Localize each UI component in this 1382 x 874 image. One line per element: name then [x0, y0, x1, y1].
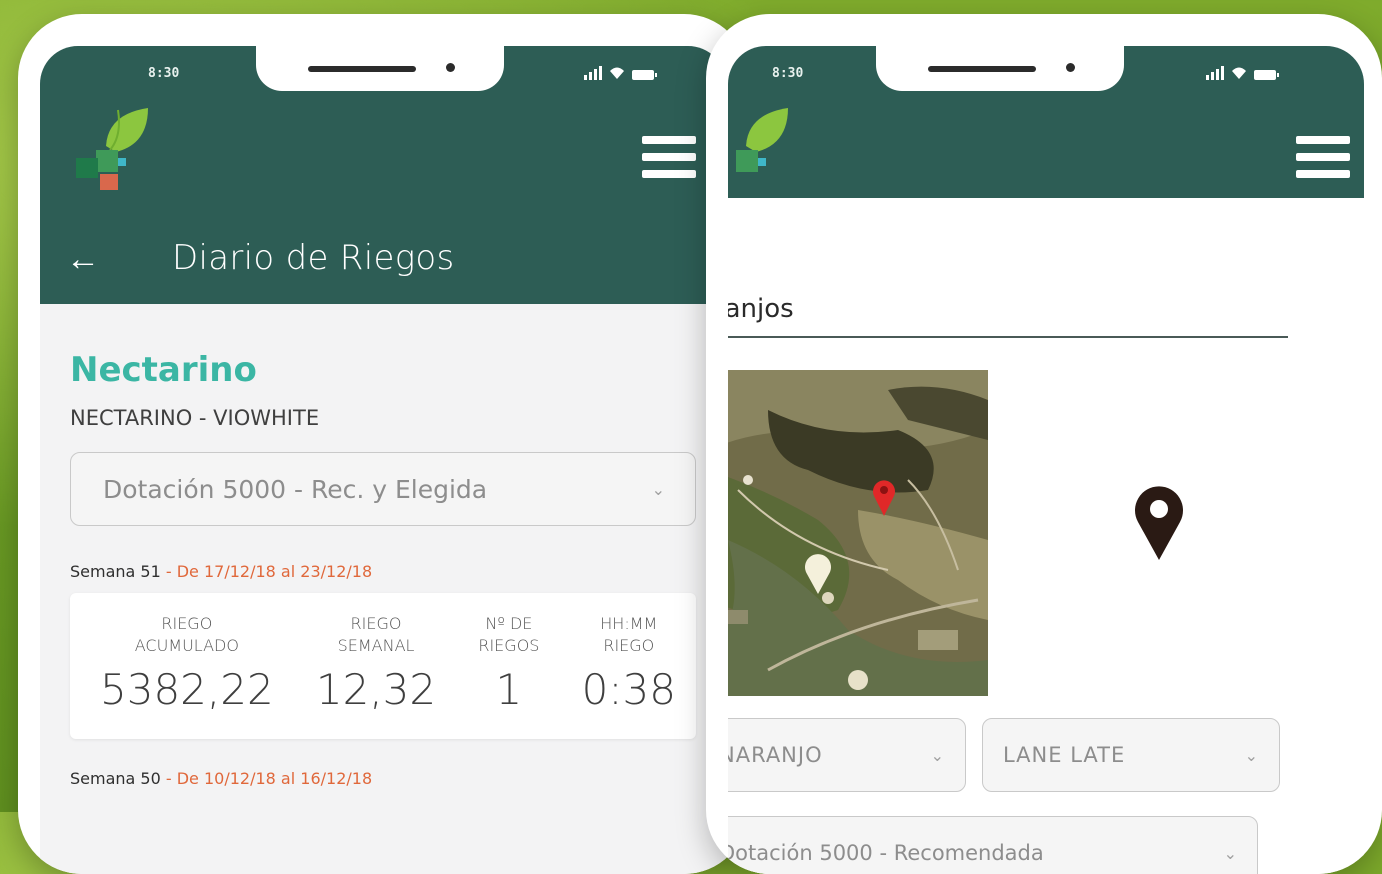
status-time: 8:30	[148, 66, 180, 81]
satellite-map-image	[728, 370, 988, 696]
week-header: Semana 51 - De 17/12/18 al 23/12/18	[70, 562, 696, 581]
stat-label: RIEGO SEMANAL	[337, 614, 415, 655]
app-logo-icon	[736, 108, 788, 172]
screen-right: 8:30 aranjos	[728, 46, 1364, 874]
screen-left: 8:30 ← Diario de Riegos Nectarino NECTAR…	[40, 46, 726, 874]
stat-num-riegos: Nº DE RIEGOS 1	[478, 593, 539, 739]
map-marker-white-icon	[805, 554, 831, 594]
stat-value: 12,32	[315, 665, 437, 714]
signal-icon	[1206, 66, 1224, 80]
stat-label: HH:MM RIEGO	[600, 614, 658, 655]
stat-value: 0:38	[581, 665, 676, 714]
stat-riego-acumulado: RIEGO ACUMULADO 5382,22	[100, 593, 274, 739]
dotacion-select[interactable]: Dotación 5000 - Rec. y Elegida ⌄	[70, 452, 696, 526]
crop-title: Nectarino	[70, 350, 257, 390]
app-bar: 8:30 ← Diario de Riegos	[40, 46, 726, 304]
week-label: Semana 51	[70, 562, 161, 581]
stat-label: RIEGO ACUMULADO	[134, 614, 239, 655]
stat-value: 1	[495, 665, 523, 714]
phone-left: 8:30 ← Diario de Riegos Nectarino NECTAR…	[18, 14, 748, 874]
chevron-down-icon: ⌄	[1223, 843, 1237, 863]
speaker-grille	[308, 66, 416, 72]
dotacion-select-value: Dotación 5000 - Rec. y Elegida	[103, 474, 488, 504]
phone-notch	[256, 46, 504, 91]
variety-select-value: LANE LATE	[1003, 743, 1126, 767]
hamburger-menu-icon[interactable]	[1296, 136, 1350, 178]
chevron-down-icon: ⌄	[930, 745, 945, 765]
week-label: Semana 50	[70, 769, 161, 788]
phone-notch	[876, 46, 1124, 91]
chevron-down-icon: ⌄	[651, 479, 665, 499]
status-icons	[1206, 66, 1279, 80]
crop-select[interactable]: NARANJO ⌄	[728, 718, 966, 792]
crop-selects-row: NARANJO ⌄ LANE LATE ⌄	[728, 718, 1280, 792]
variety-label: NECTARINO - VIOWHITE	[70, 406, 320, 430]
week-header: Semana 50 - De 10/12/18 al 16/12/18	[70, 769, 696, 788]
stat-value: 5382,22	[100, 665, 274, 714]
crop-select-value: NARANJO	[728, 743, 823, 767]
stat-hhmm-riego: HH:MM RIEGO 0:38	[582, 593, 676, 739]
front-camera	[446, 63, 455, 72]
irrigation-stats-card[interactable]: RIEGO ACUMULADO 5382,22 RIEGO SEMANAL 12…	[70, 593, 696, 739]
stat-riego-semanal: RIEGO SEMANAL 12,32	[316, 593, 436, 739]
hamburger-menu-icon[interactable]	[642, 136, 696, 178]
dotacion-select-value: Dotación 5000 - Recomendada	[728, 841, 1044, 865]
stat-label: Nº DE RIEGOS	[478, 614, 540, 655]
speaker-grille	[928, 66, 1036, 72]
phone-right: 8:30 aranjos	[706, 14, 1382, 874]
wifi-icon	[1232, 67, 1246, 79]
front-camera	[1066, 63, 1075, 72]
app-logo-icon	[76, 108, 148, 190]
back-arrow-icon[interactable]: ←	[66, 242, 100, 276]
signal-icon	[584, 66, 602, 80]
location-pin-icon[interactable]	[1132, 484, 1186, 560]
status-icons	[584, 66, 657, 80]
app-bar: 8:30	[728, 46, 1364, 198]
satellite-map[interactable]	[728, 370, 988, 696]
page-title: Diario de Riegos	[172, 238, 455, 278]
week-range: - De 17/12/18 al 23/12/18	[160, 562, 373, 581]
main-content: Nectarino NECTARINO - VIOWHITE Dotación …	[40, 304, 726, 788]
variety-select[interactable]: LANE LATE ⌄	[982, 718, 1280, 792]
week-range: - De 10/12/18 al 16/12/18	[160, 769, 373, 788]
field-name-input[interactable]: aranjos	[728, 294, 1288, 338]
battery-icon	[632, 70, 657, 80]
status-time: 8:30	[772, 66, 804, 81]
dotacion-select[interactable]: Dotación 5000 - Recomendada ⌄	[728, 816, 1258, 874]
chevron-down-icon: ⌄	[1244, 745, 1259, 765]
wifi-icon	[610, 67, 624, 79]
battery-icon	[1254, 70, 1279, 80]
map-marker-red-icon	[873, 480, 895, 516]
